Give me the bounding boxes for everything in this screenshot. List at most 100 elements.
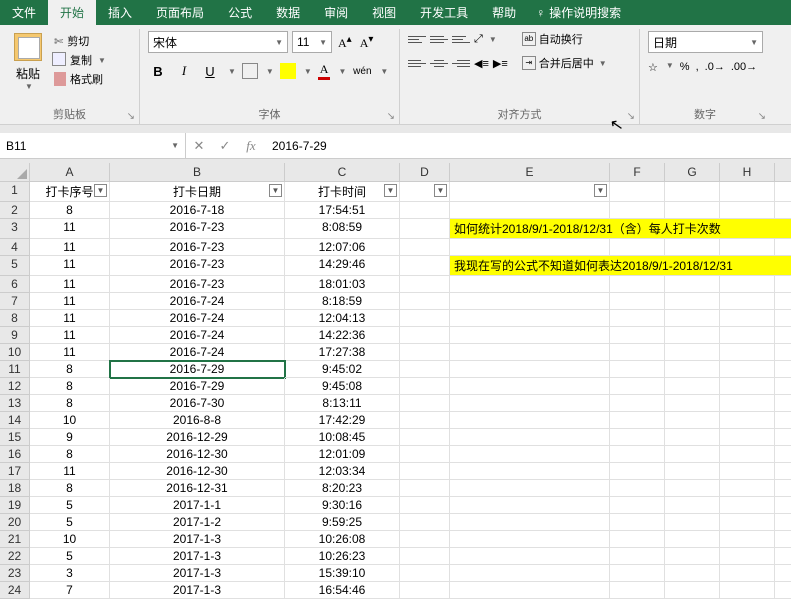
menu-审阅[interactable]: 审阅 (312, 0, 360, 25)
cell-D12[interactable] (400, 378, 450, 395)
cell-H14[interactable] (720, 412, 775, 429)
cell-C23[interactable]: 15:39:10 (285, 565, 400, 582)
cell-I18[interactable] (775, 480, 791, 497)
cell-H21[interactable] (720, 531, 775, 548)
cell-D14[interactable] (400, 412, 450, 429)
cell-A9[interactable]: 11 (30, 327, 110, 344)
bold-button[interactable]: B (148, 61, 168, 81)
align-bottom-button[interactable] (452, 31, 470, 47)
cell-I23[interactable] (775, 565, 791, 582)
cell-G16[interactable] (665, 446, 720, 463)
cell-B11[interactable]: 2016-7-29 (110, 361, 285, 378)
row-header-14[interactable]: 14 (0, 412, 30, 429)
cell-E3[interactable]: 如何统计2018/9/1-2018/12/31（含）每人打卡次数 (450, 219, 791, 239)
cell-H9[interactable] (720, 327, 775, 344)
cell-C14[interactable]: 17:42:29 (285, 412, 400, 429)
cell-1I[interactable] (775, 182, 791, 202)
cell-F7[interactable] (610, 293, 665, 310)
row-header-18[interactable]: 18 (0, 480, 30, 497)
menu-文件[interactable]: 文件 (0, 0, 48, 25)
cell-B12[interactable]: 2016-7-29 (110, 378, 285, 395)
cell-G19[interactable] (665, 497, 720, 514)
cell-1A[interactable]: 打卡序号▼ (30, 182, 110, 202)
cell-E11[interactable] (450, 361, 610, 378)
cell-F15[interactable] (610, 429, 665, 446)
menu-开发工具[interactable]: 开发工具 (408, 0, 480, 25)
menu-开始[interactable]: 开始 (48, 0, 96, 25)
formula-input[interactable]: 2016-7-29 (264, 139, 791, 153)
cell-G15[interactable] (665, 429, 720, 446)
row-header-17[interactable]: 17 (0, 463, 30, 480)
cell-G12[interactable] (665, 378, 720, 395)
align-center-button[interactable] (430, 55, 448, 71)
cell-D23[interactable] (400, 565, 450, 582)
cell-G21[interactable] (665, 531, 720, 548)
cell-A18[interactable]: 8 (30, 480, 110, 497)
cell-I20[interactable] (775, 514, 791, 531)
cell-F13[interactable] (610, 395, 665, 412)
cell-E10[interactable] (450, 344, 610, 361)
cell-1G[interactable] (665, 182, 720, 202)
cell-B14[interactable]: 2016-8-8 (110, 412, 285, 429)
cell-E20[interactable] (450, 514, 610, 531)
cell-F2[interactable] (610, 202, 665, 219)
cell-I19[interactable] (775, 497, 791, 514)
cell-I11[interactable] (775, 361, 791, 378)
cell-E9[interactable] (450, 327, 610, 344)
cell-B6[interactable]: 2016-7-23 (110, 276, 285, 293)
fx-button[interactable]: fx (238, 138, 264, 154)
phonetic-button[interactable]: wén (352, 61, 372, 81)
cell-H24[interactable] (720, 582, 775, 599)
row-header-11[interactable]: 11 (0, 361, 30, 378)
cell-D3[interactable] (400, 219, 450, 239)
cell-C17[interactable]: 12:03:34 (285, 463, 400, 480)
cell-C5[interactable]: 14:29:46 (285, 256, 400, 276)
cell-D19[interactable] (400, 497, 450, 514)
cell-G9[interactable] (665, 327, 720, 344)
underline-button[interactable]: U (200, 61, 220, 81)
cell-B3[interactable]: 2016-7-23 (110, 219, 285, 239)
filter-dropdown-icon[interactable]: ▼ (94, 184, 107, 197)
cell-A15[interactable]: 9 (30, 429, 110, 446)
dialog-launcher-icon[interactable]: ↘ (627, 111, 635, 122)
cell-E7[interactable] (450, 293, 610, 310)
cell-E19[interactable] (450, 497, 610, 514)
cell-G10[interactable] (665, 344, 720, 361)
orientation-button[interactable]: ⤢ (474, 33, 483, 46)
cell-I6[interactable] (775, 276, 791, 293)
cell-1C[interactable]: 打卡时间▼ (285, 182, 400, 202)
column-header-H[interactable]: H (720, 163, 775, 182)
cell-D8[interactable] (400, 310, 450, 327)
filter-dropdown-icon[interactable]: ▼ (269, 184, 282, 197)
cell-E23[interactable] (450, 565, 610, 582)
cell-F16[interactable] (610, 446, 665, 463)
cell-D20[interactable] (400, 514, 450, 531)
cell-C11[interactable]: 9:45:02 (285, 361, 400, 378)
cell-F21[interactable] (610, 531, 665, 548)
cell-C15[interactable]: 10:08:45 (285, 429, 400, 446)
column-header-C[interactable]: C (285, 163, 400, 182)
cell-H18[interactable] (720, 480, 775, 497)
cell-C2[interactable]: 17:54:51 (285, 202, 400, 219)
cell-D13[interactable] (400, 395, 450, 412)
cell-C21[interactable]: 10:26:08 (285, 531, 400, 548)
row-header-3[interactable]: 3 (0, 219, 30, 239)
align-right-button[interactable] (452, 55, 470, 71)
wrap-text-button[interactable]: ab自动换行 (522, 31, 607, 47)
align-middle-button[interactable] (430, 31, 448, 47)
cell-C8[interactable]: 12:04:13 (285, 310, 400, 327)
row-header-16[interactable]: 16 (0, 446, 30, 463)
cell-B2[interactable]: 2016-7-18 (110, 202, 285, 219)
column-header-D[interactable]: D (400, 163, 450, 182)
row-header-20[interactable]: 20 (0, 514, 30, 531)
cell-I13[interactable] (775, 395, 791, 412)
filter-dropdown-icon[interactable]: ▼ (594, 184, 607, 197)
cell-1F[interactable] (610, 182, 665, 202)
cell-B20[interactable]: 2017-1-2 (110, 514, 285, 531)
cell-B24[interactable]: 2017-1-3 (110, 582, 285, 599)
cell-F23[interactable] (610, 565, 665, 582)
decrease-font-size-button[interactable]: A▾ (358, 34, 376, 51)
cell-I2[interactable] (775, 202, 791, 219)
cell-E17[interactable] (450, 463, 610, 480)
cell-D21[interactable] (400, 531, 450, 548)
